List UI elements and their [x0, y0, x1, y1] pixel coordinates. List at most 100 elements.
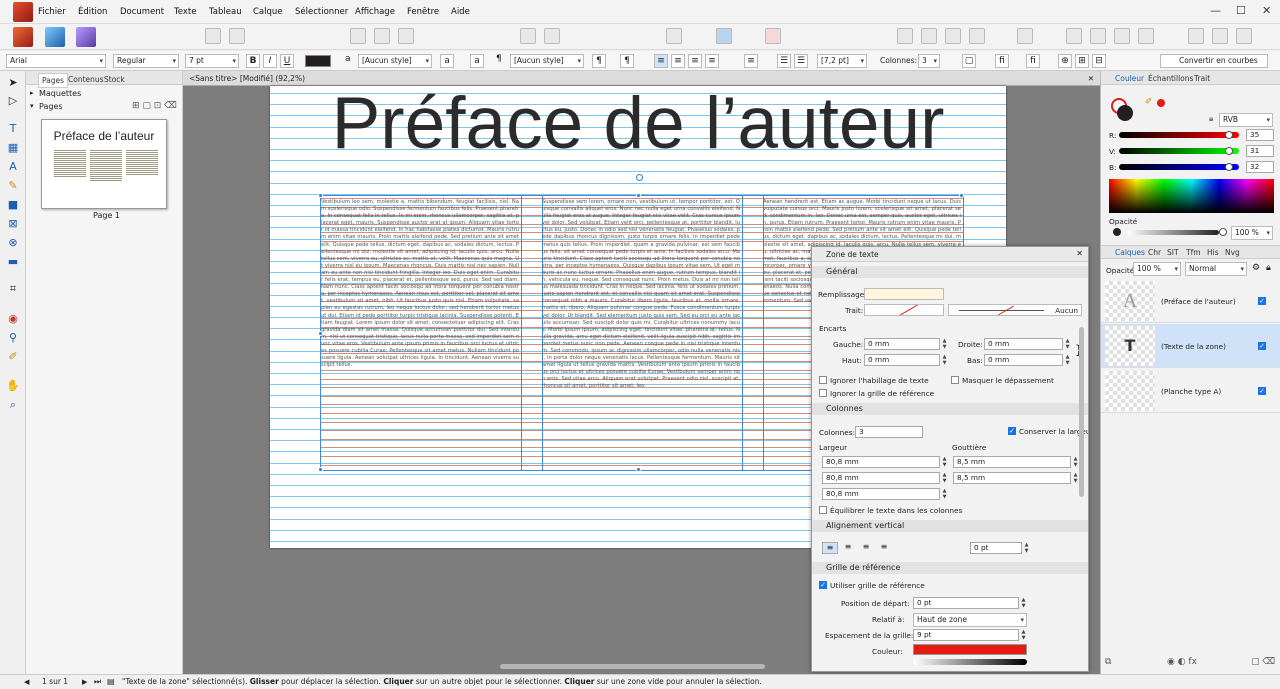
rotate-left-icon[interactable]	[1114, 28, 1130, 44]
section-vertical-align[interactable]: Alignement vertical	[812, 520, 1088, 532]
r-slider[interactable]	[1119, 132, 1239, 138]
column-width-3[interactable]: 80,8 mm	[822, 488, 940, 500]
left-inset-input[interactable]: 0 mm	[864, 338, 940, 350]
italic-button[interactable]: I	[263, 54, 277, 68]
grid-spacing-stepper[interactable]: ▲ ▼	[1020, 629, 1027, 641]
ellipse-frame-icon[interactable]	[374, 28, 390, 44]
layers-opacity-select[interactable]: 100 %	[1133, 262, 1181, 276]
arrange-back-icon[interactable]	[921, 28, 937, 44]
bold-button[interactable]: B	[246, 54, 260, 68]
menu-fenetre[interactable]: Fenêtre	[407, 0, 439, 24]
keep-width-checkbox[interactable]: ✓	[1008, 427, 1016, 435]
menu-selectionner[interactable]: Sélectionner	[295, 0, 348, 24]
menu-affichage[interactable]: Affichage	[355, 0, 395, 24]
gutter-2[interactable]: 8,5 mm	[953, 472, 1071, 484]
menu-edition[interactable]: Édition	[78, 0, 107, 24]
flip-vertical-icon[interactable]	[1090, 28, 1106, 44]
align-right-icon[interactable]: ≡	[688, 54, 702, 68]
font-size-select[interactable]: 7 pt	[185, 54, 239, 68]
valign-offset-stepper[interactable]: ▲ ▼	[1023, 542, 1030, 554]
hand-tool-icon[interactable]: ✋	[5, 378, 21, 394]
vertical-align-icon[interactable]: ≡	[744, 54, 758, 68]
char-style-update-icon[interactable]: a	[470, 54, 484, 68]
minimize-icon[interactable]: —	[1210, 4, 1221, 17]
column-width-2[interactable]: 80,8 mm	[822, 472, 940, 484]
tab-sit[interactable]: SIT	[1167, 248, 1179, 257]
boolean-intersect-icon[interactable]	[1236, 28, 1252, 44]
frame-props-icon[interactable]: ⊟	[1092, 54, 1106, 68]
top-inset-stepper[interactable]: ▲ ▼	[941, 354, 948, 366]
b-slider[interactable]	[1119, 164, 1239, 170]
transparency-tool-icon[interactable]: ⚲	[5, 330, 21, 346]
designer-persona-icon[interactable]	[76, 27, 96, 47]
column-width-1-stepper[interactable]: ▲ ▼	[941, 456, 948, 468]
valign-bottom-icon[interactable]: ≡	[858, 542, 874, 554]
tab-couleur[interactable]: Couleur	[1115, 74, 1144, 83]
maximize-icon[interactable]: ☐	[1236, 4, 1246, 17]
gutter-1[interactable]: 8,5 mm	[953, 456, 1071, 468]
layer-item[interactable]: (Planche type A) ✓	[1101, 369, 1280, 413]
target-icon[interactable]: ⊕	[1058, 54, 1072, 68]
layer-effects-icon[interactable]: ◉ ◐ fx	[1167, 657, 1197, 667]
pin-icon[interactable]	[520, 28, 536, 44]
start-position-stepper[interactable]: ▲ ▼	[1020, 597, 1027, 609]
v-slider-knob[interactable]	[1225, 147, 1233, 155]
place-image-tool-icon[interactable]: ▬	[5, 254, 21, 270]
columns-count-input[interactable]: 3	[855, 426, 923, 438]
layer-add-delete-icon[interactable]: ▢ ⌫	[1251, 657, 1275, 667]
column-width-1[interactable]: 80,8 mm	[822, 456, 940, 468]
opacity-slider[interactable]	[1127, 230, 1219, 235]
rotate-handle[interactable]	[636, 174, 643, 181]
layer-item[interactable]: T (Texte de la zone) ✓	[1101, 324, 1280, 368]
selection-handle-tr[interactable]	[959, 193, 964, 198]
layers-settings-icon[interactable]: ⚙	[1252, 263, 1260, 273]
ignore-baseline-checkbox[interactable]	[819, 389, 827, 397]
zoom-tool-icon[interactable]: ⌕	[5, 397, 21, 413]
boolean-add-icon[interactable]	[1188, 28, 1204, 44]
selection-handle-bm[interactable]	[636, 467, 641, 472]
pages-expand-icon[interactable]: ▾	[30, 102, 34, 110]
rotate-right-icon[interactable]	[1138, 28, 1154, 44]
publisher-persona-icon[interactable]	[13, 27, 33, 47]
tab-chr[interactable]: Chr	[1148, 248, 1161, 257]
font-family-select[interactable]: Arial	[6, 54, 106, 68]
table-tool-icon[interactable]: ▦	[5, 140, 21, 156]
valign-top-icon[interactable]: ≡	[822, 542, 838, 554]
close-icon[interactable]: ✕	[1262, 4, 1271, 17]
ignore-wrap-checkbox[interactable]	[819, 376, 827, 384]
picture-frame-icon[interactable]	[398, 28, 414, 44]
menu-texte[interactable]: Texte	[174, 0, 196, 24]
tab-nvg[interactable]: Nvg	[1225, 248, 1240, 257]
ellipse-frame-tool-icon[interactable]: ⊗	[5, 235, 21, 251]
first-page-icon[interactable]: ⏭	[94, 675, 101, 689]
font-style-select[interactable]: Regular	[113, 54, 179, 68]
document-tab[interactable]: <Sans titre> [Modifié] (92,2%)	[183, 74, 305, 83]
pages-tools-icon[interactable]: ⊞ ▢ ⊡ ⌫	[132, 101, 177, 111]
move-tool-icon[interactable]: ➤	[5, 75, 21, 91]
fill-tool-icon[interactable]: ◉	[5, 311, 21, 327]
para-style-select[interactable]: [Aucun style]	[510, 54, 584, 68]
page-thumbnail[interactable]: Préface de l’auteur	[41, 119, 167, 209]
selection-handle-ml[interactable]	[318, 331, 323, 336]
right-inset-input[interactable]: 0 mm	[984, 338, 1063, 350]
view-mode-icon[interactable]	[666, 28, 682, 44]
layers-stack-icon[interactable]: ⧉	[1105, 657, 1111, 667]
bottom-inset-input[interactable]: 0 mm	[984, 354, 1063, 366]
selection-handle-bl[interactable]	[318, 467, 323, 472]
text-color-swatch[interactable]	[305, 55, 331, 67]
b-slider-knob[interactable]	[1225, 163, 1233, 171]
grid-color-opacity-slider[interactable]	[913, 659, 1027, 665]
start-position-input[interactable]: 0 pt	[913, 597, 1019, 609]
stroke-swatch[interactable]	[864, 304, 944, 316]
valign-offset-input[interactable]: 0 pt	[970, 542, 1022, 554]
b-value[interactable]: 32	[1246, 161, 1274, 173]
tab-trait[interactable]: Trait	[1194, 74, 1210, 83]
selection-handle-tl[interactable]	[318, 193, 323, 198]
hide-overflow-checkbox[interactable]	[951, 376, 959, 384]
gutter-2-stepper[interactable]: ▲ ▼	[1072, 472, 1079, 484]
frame-text-icon[interactable]	[350, 28, 366, 44]
prev-page-icon[interactable]: ◀	[24, 675, 29, 689]
opacity-slider-knob[interactable]	[1219, 228, 1227, 236]
gutter-1-stepper[interactable]: ▲ ▼	[1072, 456, 1079, 468]
grid-spacing-input[interactable]: 9 pt	[913, 629, 1019, 641]
